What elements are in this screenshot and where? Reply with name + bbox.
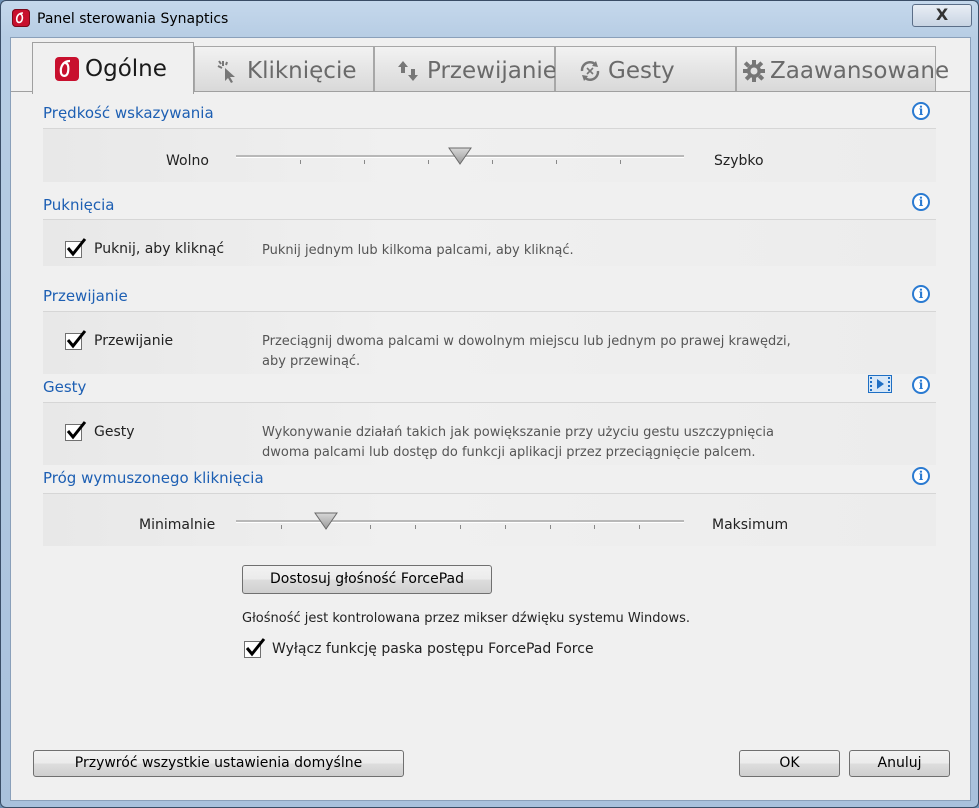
tab-label: Kliknięcie — [247, 58, 357, 84]
slider-thumb[interactable] — [314, 511, 338, 531]
slider-tick — [364, 160, 365, 164]
gesture-icon — [578, 59, 602, 83]
tab-label: Przewijanie — [427, 58, 557, 84]
cancel-button[interactable]: Anuluj — [849, 750, 950, 777]
info-icon[interactable]: i — [912, 376, 930, 394]
info-icon[interactable]: i — [912, 102, 930, 120]
close-button[interactable]: X — [912, 4, 972, 27]
tab-label: Gesty — [608, 58, 675, 84]
slider-tick — [428, 160, 429, 164]
gestures-panel: Gesty Wykonywanie działań takich jak pow… — [43, 403, 936, 465]
disable-progress-bar-label[interactable]: Wyłącz funkcję paska postępu ForcePad Fo… — [272, 641, 594, 657]
slider-tick — [370, 525, 371, 529]
gestures-description-2: dwoma palcami lub dostęp do funkcji apli… — [262, 445, 756, 460]
tab-label: Zaawansowane — [770, 58, 950, 84]
pointing-speed-slider[interactable] — [236, 141, 684, 171]
gestures-label[interactable]: Gesty — [94, 424, 135, 440]
ok-button[interactable]: OK — [739, 750, 840, 777]
pointing-speed-title: Prędkość wskazywania — [43, 104, 214, 122]
info-icon[interactable]: i — [912, 467, 930, 485]
slider-tick — [550, 525, 551, 529]
scroll-arrows-icon — [397, 59, 421, 83]
slider-tick — [556, 160, 557, 164]
tab-scrolling[interactable]: Przewijanie — [374, 46, 557, 92]
scrolling-description-2: aby przewinąć. — [262, 354, 361, 369]
slider-tick — [300, 160, 301, 164]
window-title: Panel sterowania Synaptics — [37, 11, 229, 27]
gestures-checkbox[interactable] — [65, 421, 87, 441]
slider-track — [236, 520, 684, 523]
tab-click[interactable]: Kliknięcie — [194, 46, 374, 92]
gestures-title: Gesty — [43, 378, 87, 396]
force-click-panel: Minimalnie Maksimum — [43, 494, 936, 546]
tab-general[interactable]: Ogólne — [32, 42, 194, 94]
adjust-forcepad-volume-button[interactable]: Dostosuj głośność ForcePad — [242, 565, 492, 594]
force-click-title: Próg wymuszonego kliknięcia — [43, 469, 264, 487]
slider-tick — [594, 525, 595, 529]
dialog-body: Ogólne Kliknięcie Przewijanie Gesty Zaaw… — [10, 37, 971, 801]
scrolling-title: Przewijanie — [43, 287, 128, 305]
pointing-speed-panel: Wolno Szybko — [43, 129, 936, 182]
restore-defaults-button[interactable]: Przywróć wszystkie ustawienia domyślne — [33, 750, 404, 777]
disable-progress-bar-checkbox[interactable] — [244, 638, 266, 658]
slider-thumb[interactable] — [448, 146, 472, 166]
synaptics-app-icon — [12, 9, 30, 27]
scrolling-description-1: Przeciągnij dwoma palcami w dowolnym mie… — [262, 334, 791, 349]
tap-panel: Puknij, aby kliknąć Puknij jednym lub ki… — [43, 220, 936, 266]
tab-gestures[interactable]: Gesty — [555, 46, 736, 92]
slider-tick — [460, 525, 461, 529]
scrolling-label[interactable]: Przewijanie — [94, 333, 173, 349]
slider-tick — [415, 525, 416, 529]
scrolling-checkbox[interactable] — [65, 330, 87, 350]
tap-to-click-label[interactable]: Puknij, aby kliknąć — [94, 241, 224, 257]
info-icon[interactable]: i — [912, 285, 930, 303]
speed-min-label: Wolno — [166, 153, 209, 169]
volume-note: Głośność jest kontrolowana przez mikser … — [242, 611, 690, 626]
video-icon[interactable] — [868, 375, 892, 393]
click-icon — [217, 59, 241, 83]
tab-strip: Ogólne Kliknięcie Przewijanie Gesty Zaaw… — [32, 42, 949, 94]
slider-tick — [505, 525, 506, 529]
tab-advanced[interactable]: Zaawansowane — [736, 46, 949, 92]
tab-label: Ogólne — [85, 56, 167, 82]
window: Panel sterowania Synaptics X Ogólne Klik… — [0, 0, 979, 808]
speed-max-label: Szybko — [714, 153, 764, 169]
tap-description: Puknij jednym lub kilkoma palcami, aby k… — [262, 243, 574, 258]
gestures-description-1: Wykonywanie działań takich jak powiększa… — [262, 425, 774, 440]
force-threshold-slider[interactable] — [236, 506, 684, 536]
tap-title: Puknięcia — [43, 196, 115, 214]
tap-to-click-checkbox[interactable] — [65, 238, 87, 258]
slider-tick — [281, 525, 282, 529]
gear-icon — [742, 59, 766, 83]
force-max-label: Maksimum — [712, 517, 789, 533]
synaptics-logo-icon — [55, 57, 79, 81]
slider-tick — [620, 160, 621, 164]
scrolling-panel: Przewijanie Przeciągnij dwoma palcami w … — [43, 312, 936, 374]
force-min-label: Minimalnie — [139, 517, 216, 533]
slider-tick — [639, 525, 640, 529]
info-icon[interactable]: i — [912, 193, 930, 211]
slider-tick — [492, 160, 493, 164]
title-bar[interactable]: Panel sterowania Synaptics X — [1, 1, 978, 37]
